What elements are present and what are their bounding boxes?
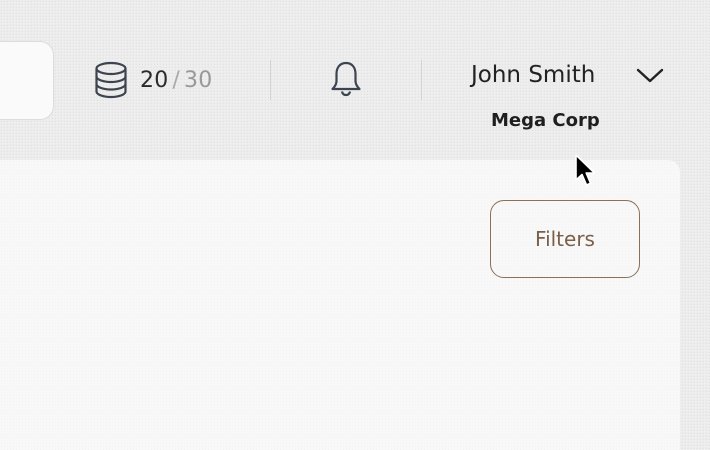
organization-name: Mega Corp: [491, 110, 600, 131]
user-menu[interactable]: John Smith Mega Corp: [460, 58, 675, 138]
user-name: John Smith: [471, 62, 596, 88]
database-icon: [94, 61, 128, 99]
top-bar: 20/30 John Smith Mega Corp: [0, 0, 710, 160]
credits-usage: 20/30: [94, 59, 212, 101]
bell-icon: [329, 59, 363, 101]
filters-button[interactable]: Filters: [490, 200, 640, 278]
divider: [270, 60, 271, 100]
main-panel: Filters: [0, 160, 680, 450]
chevron-down-icon[interactable]: [635, 67, 665, 89]
notifications-button[interactable]: [329, 61, 363, 99]
credits-separator: /: [172, 67, 181, 93]
credits-total: 30: [184, 67, 213, 93]
search-input[interactable]: [0, 41, 54, 120]
divider: [421, 60, 422, 100]
credits-count: 20/30: [140, 68, 212, 93]
credits-used: 20: [140, 67, 169, 93]
